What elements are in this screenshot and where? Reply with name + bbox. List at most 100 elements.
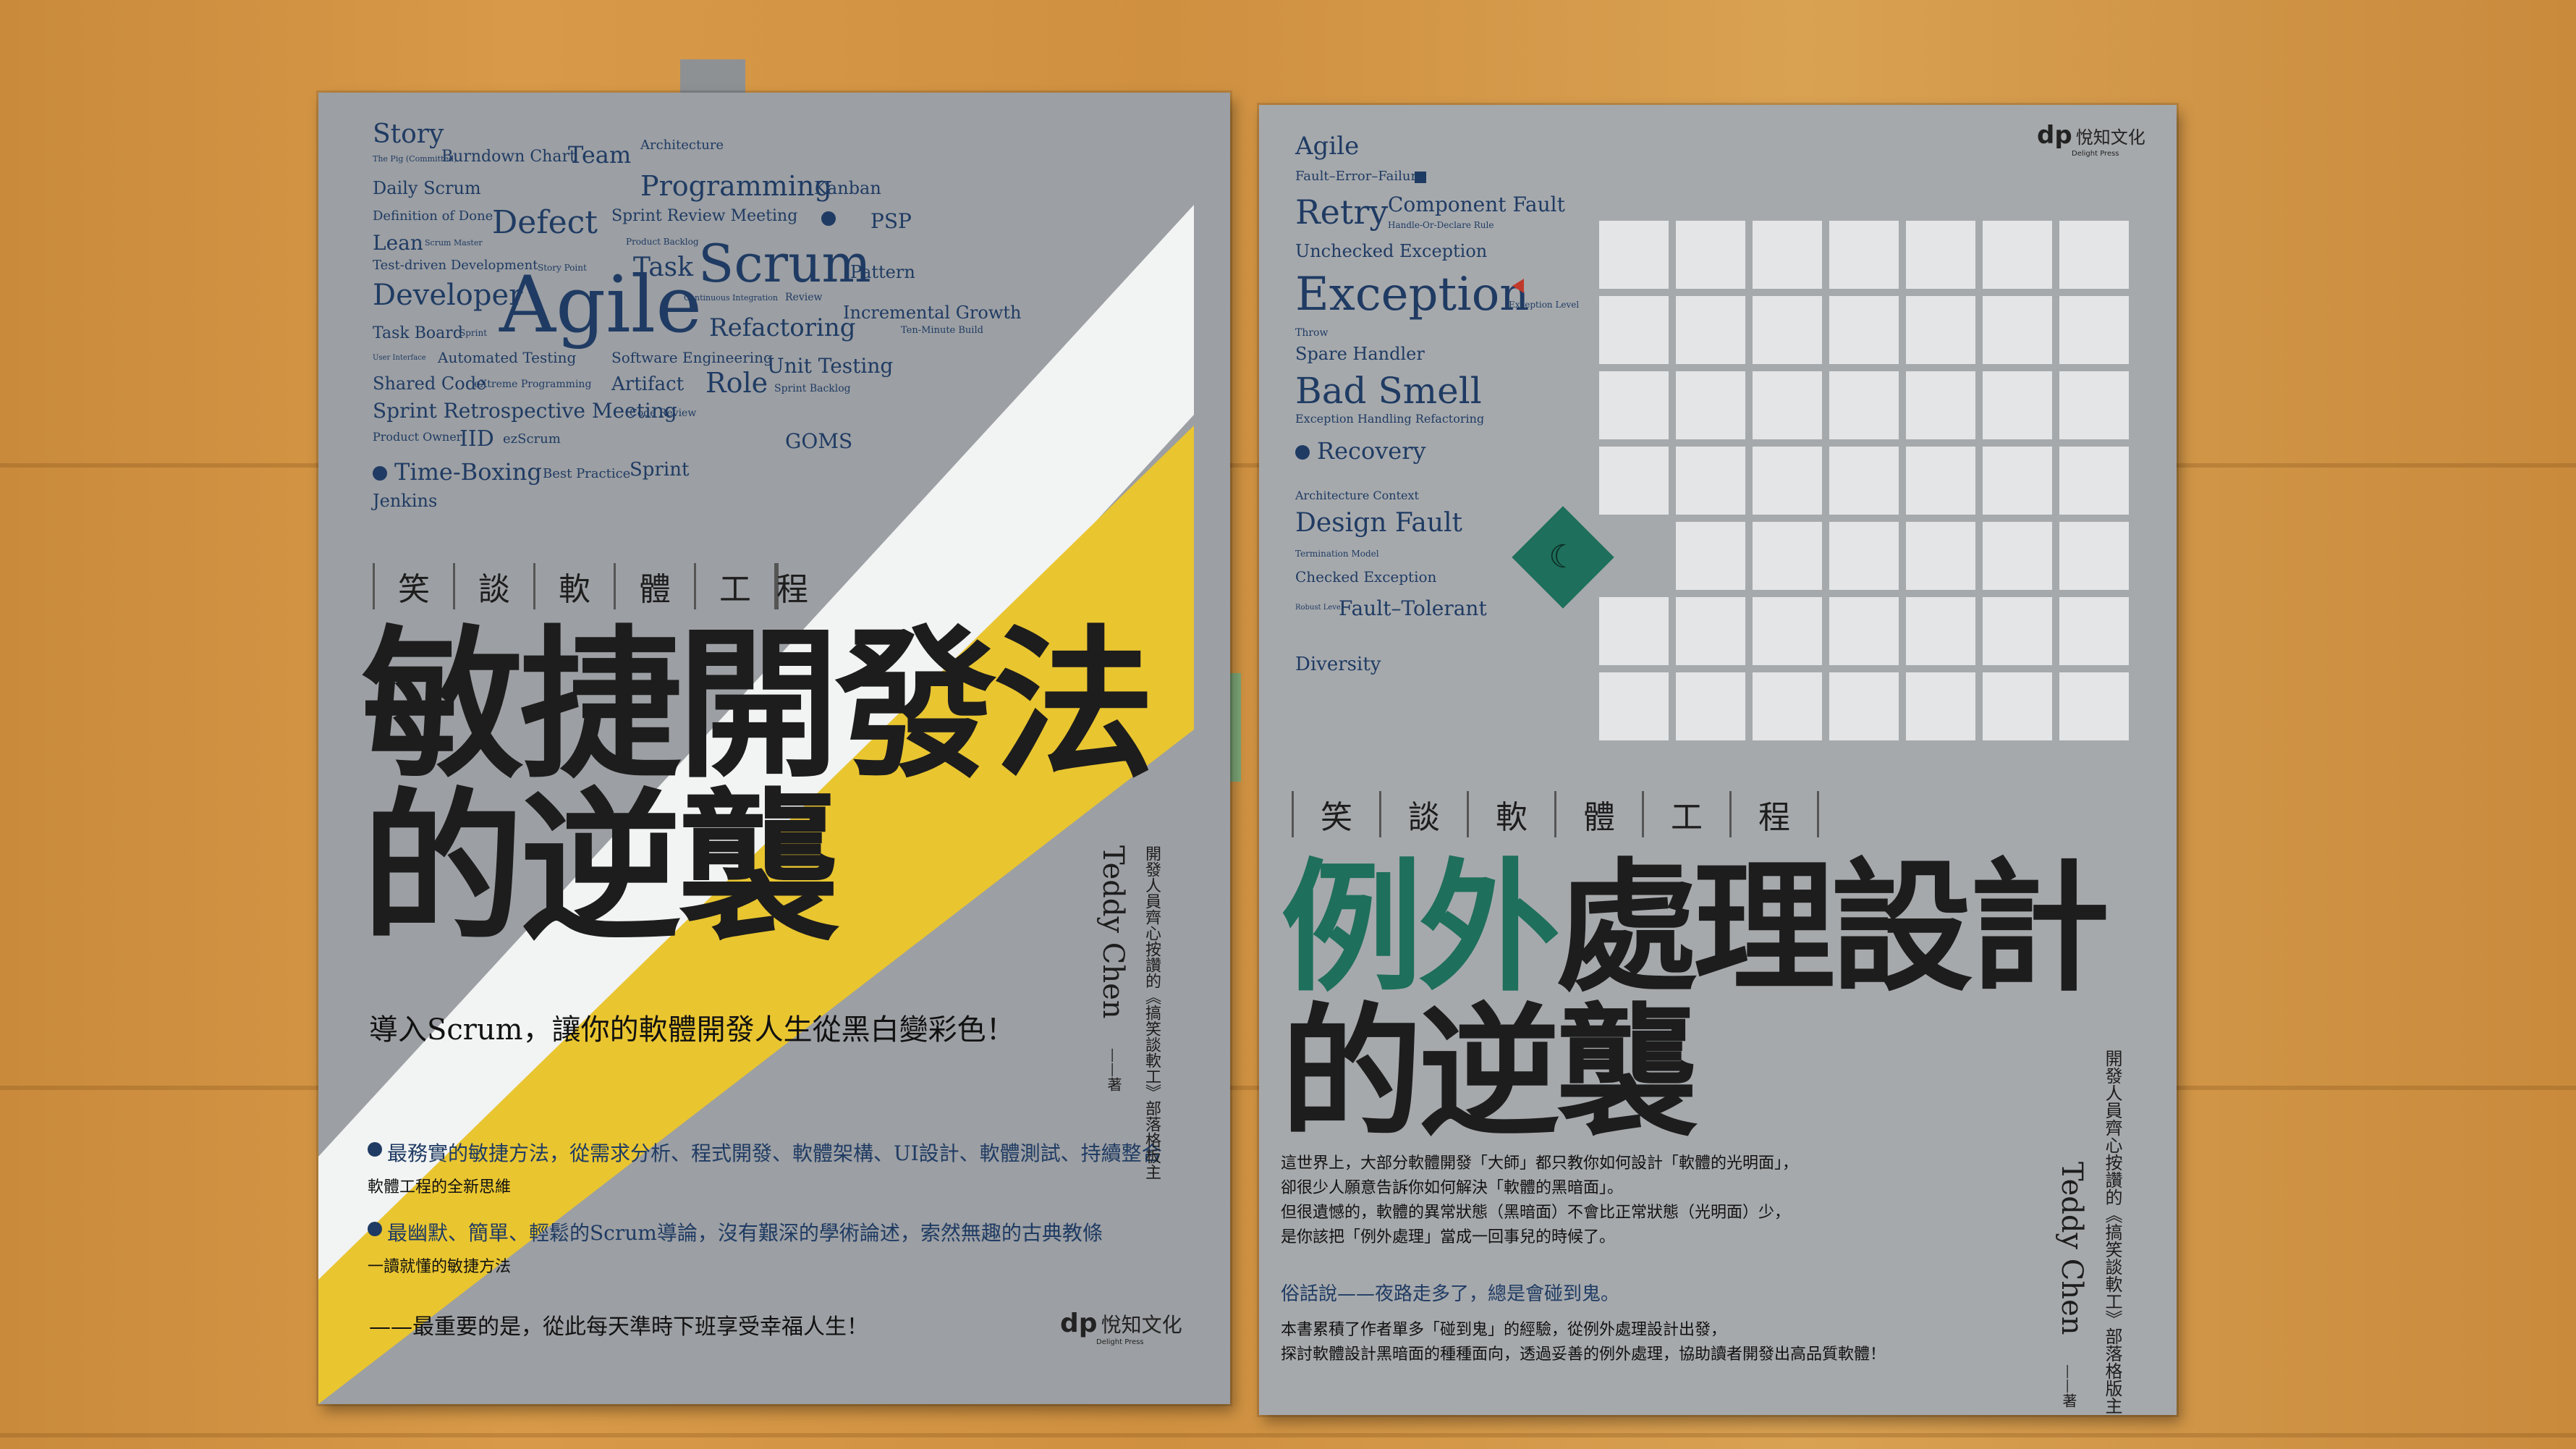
word-burndown: Burndown Chart (441, 148, 576, 166)
grid-tile (1599, 221, 1669, 289)
word-sprint-review: Sprint Review Meeting (611, 207, 798, 225)
book-title-line1: 例外處理設計 (1281, 858, 2110, 1000)
ghost-icon: ☾ (1548, 538, 1577, 575)
feature-bullet-2: 最幽默、簡單、輕鬆的Scrum導論，沒有艱深的學術論述，索然無趣的古典教條 (387, 1221, 1103, 1245)
grid-tile (1829, 597, 1899, 665)
word-lean: Lean (373, 231, 423, 255)
grid-tile (1983, 221, 2052, 289)
series-char: 體 (1554, 791, 1642, 837)
word-arch-context: Architecture Context (1295, 489, 1419, 502)
book-title-line2: 的逆襲 (1281, 991, 1698, 1156)
word-xp: eXtreme Programming (474, 379, 592, 390)
word-recovery: Recovery (1317, 437, 1426, 465)
grid-tile (1676, 221, 1745, 289)
word-ten-minute: Ten-Minute Build (901, 325, 983, 336)
grid-tile (1753, 371, 1822, 439)
grid-tile (1599, 672, 1669, 740)
word-scrum: Scrum (698, 233, 871, 294)
title-accent: 例外 (1281, 846, 1560, 1011)
word-diversity: Diversity (1295, 654, 1381, 675)
grid-tile (2059, 371, 2129, 439)
word-agile: Agile (1295, 132, 1360, 161)
author-tagline: 開發人員齊心按讚的《搞笑談軟工》部落格版主 (2102, 1049, 2122, 1414)
grid-tile (1676, 447, 1745, 515)
grid-tile (1753, 672, 1822, 740)
word-cloud: Story The Pig (Committed) Burndown Chart… (373, 122, 1169, 585)
word-checked: Checked Exception (1295, 568, 1437, 586)
word-architecture: Architecture (640, 138, 724, 153)
word-spare-handler: Spare Handler (1295, 344, 1425, 364)
grid-tile (2059, 296, 2129, 364)
grid-tile (1829, 672, 1899, 740)
bullet-dot-icon (821, 211, 836, 226)
grid-tile (1753, 221, 1822, 289)
word-unit-testing: Unit Testing (767, 354, 894, 378)
grid-tile (1829, 447, 1899, 515)
para-line: 本書累積了作者單多「碰到鬼」的經驗，從例外處理設計出發， (1281, 1321, 1727, 1339)
square-marker-icon (1415, 172, 1426, 183)
word-programming: Programming (640, 170, 832, 202)
word-time-boxing: Time-Boxing (394, 458, 542, 486)
dp-logo-icon: dp (2037, 121, 2072, 150)
word-design-fault: Design Fault (1295, 508, 1462, 538)
feature-bullet-1-sub: 軟體工程的全新思維 (368, 1178, 512, 1196)
word-jenkins: Jenkins (373, 491, 438, 511)
word-termination: Termination Model (1295, 549, 1379, 559)
word-daily-scrum: Daily Scrum (373, 178, 481, 198)
book-cover-agile: Story The Pig (Committed) Burndown Chart… (318, 93, 1230, 1404)
grid-tile (1906, 597, 1975, 665)
grid-tile (1983, 447, 2052, 515)
grid-tile (1983, 296, 2052, 364)
word-refactoring: Refactoring (709, 313, 856, 342)
word-retry: Retry (1295, 193, 1389, 232)
grid-tile (1599, 597, 1669, 665)
grid-tile (1829, 522, 1899, 590)
word-best-practice: Best Practice (543, 466, 631, 481)
word-role: Role (706, 367, 768, 399)
series-char: 體 (614, 563, 694, 609)
grid-tile (1753, 296, 1822, 364)
word-handle-declare: Handle-Or-Declare Rule (1388, 220, 1494, 230)
word-shared-code: Shared Code (373, 373, 487, 394)
para-line: 探討軟體設計黑暗面的種種面向，透過妥善的例外處理，協助讀者開發出高品質軟體！ (1281, 1346, 1886, 1364)
word-fef: Fault–Error–Failure (1295, 169, 1425, 184)
grid-tile (1829, 371, 1899, 439)
book-subtitle: 導入Scrum，讓你的軟體開發人生從黑白變彩色！ (369, 1013, 1015, 1047)
word-ci: Continuous Integration (684, 293, 778, 303)
title-rest: 處理設計 (1556, 846, 2110, 1011)
publisher-name-en: Delight Press (1096, 1338, 1144, 1346)
word-product-owner: Product Owner (373, 430, 462, 444)
series-char: 笑 (1292, 791, 1379, 837)
grid-tile (1676, 522, 1745, 590)
book-cover-exception: dp 悅知文化 Delight Press Agile Fault–Error–… (1259, 105, 2177, 1415)
publisher-name: 悅知文化 (1101, 1313, 1182, 1337)
series-char: 工 (694, 563, 774, 609)
word-eh-refactoring: Exception Handling Refactoring (1295, 412, 1485, 426)
author-suffix: ——著 (1105, 1048, 1122, 1091)
grid-tile (1829, 221, 1899, 289)
bullet-dot-icon (373, 466, 387, 481)
bullet-dot-icon (368, 1142, 382, 1157)
word-psp: PSP (870, 209, 912, 233)
book-title-line2: 的逆襲 (362, 774, 839, 963)
grid-tile (1599, 371, 1669, 439)
word-fault-tolerant: Fault–Tolerant (1339, 596, 1487, 620)
description-para-2: 本書累積了作者單多「碰到鬼」的經驗，從例外處理設計出發， 探討軟體設計黑暗面的種… (1281, 1318, 1886, 1367)
para-line: 卻很少人願意告訴你如何解決「軟體的黑暗面」。 (1281, 1179, 1624, 1197)
description-para-1: 這世界上，大部分軟體開發「大師」都只教你如何設計「軟體的光明面」， 卻很少人願意… (1281, 1152, 1798, 1250)
grid-tile (1906, 371, 1975, 439)
grid-tile (1983, 522, 2052, 590)
word-agile: Agile (499, 260, 703, 350)
word-exception-level: Exception Level (1509, 300, 1580, 310)
word-ezscrum: ezScrum (503, 431, 561, 447)
word-scrum-master: Scrum Master (425, 238, 483, 248)
para-line: 是你該把「例外處理」當成一回事兒的時候了。 (1281, 1228, 1616, 1246)
closing-line: ——最重要的是，從此每天準時下班享受幸福人生！ (369, 1314, 868, 1340)
word-goms: GOMS (785, 429, 853, 453)
series-title: 笑 談 軟 體 工 程 (1292, 791, 1819, 837)
word-exception: Exception (1295, 268, 1530, 321)
author-name: Teddy Chen (1096, 845, 1130, 1019)
grid-tile (1599, 447, 1669, 515)
word-sprint-small: Sprint (459, 328, 488, 338)
word-automated-testing: Automated Testing (438, 349, 577, 366)
